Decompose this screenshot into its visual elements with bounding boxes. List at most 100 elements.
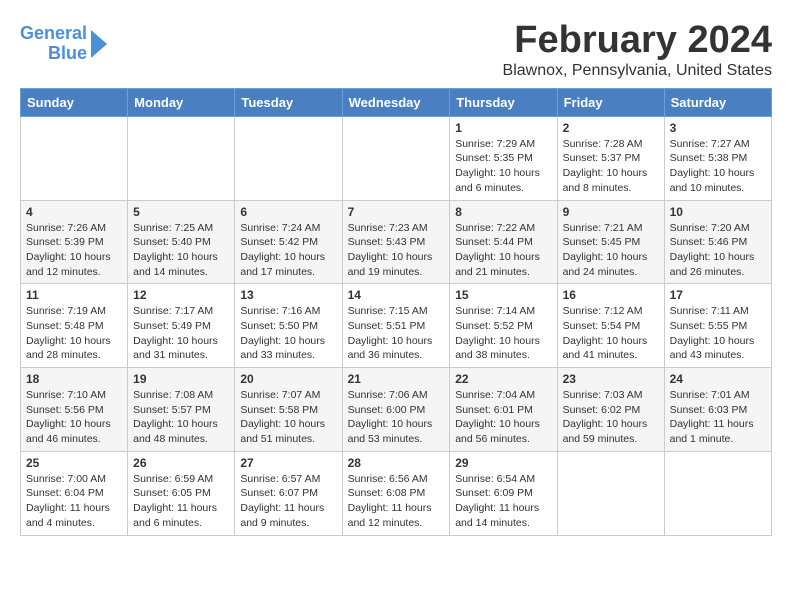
location: Blawnox, Pennsylvania, United States (20, 62, 772, 80)
day-number: 17 (670, 288, 766, 302)
calendar-cell: 5 Sunrise: 7:25 AM Sunset: 5:40 PM Daylig… (128, 200, 235, 284)
day-info: Sunrise: 6:56 AM Sunset: 6:08 PM Dayligh… (348, 472, 445, 531)
calendar-cell: 10 Sunrise: 7:20 AM Sunset: 5:46 PM Dayli… (664, 200, 771, 284)
month-title: February 2024 (20, 20, 772, 62)
calendar-cell: 1Sunrise: 7:29 AM Sunset: 5:35 PM Daylig… (450, 116, 557, 200)
day-info: Sunrise: 7:04 AM Sunset: 6:01 PM Dayligh… (455, 388, 551, 447)
day-info: Sunrise: 7:01 AM Sunset: 6:03 PM Dayligh… (670, 388, 766, 447)
logo: General Blue (20, 24, 107, 64)
day-info: Sunrise: 7:00 AM Sunset: 6:04 PM Dayligh… (26, 472, 122, 531)
day-info: Sunrise: 7:26 AM Sunset: 5:39 PM Dayligh… (26, 221, 122, 280)
day-info: Sunrise: 7:16 AM Sunset: 5:50 PM Dayligh… (240, 304, 336, 363)
calendar-cell: 25 Sunrise: 7:00 AM Sunset: 6:04 PM Dayli… (21, 451, 128, 535)
calendar-cell: 19 Sunrise: 7:08 AM Sunset: 5:57 PM Dayli… (128, 368, 235, 452)
calendar-cell: 27 Sunrise: 6:57 AM Sunset: 6:07 PM Dayli… (235, 451, 342, 535)
day-number: 25 (26, 456, 122, 470)
day-number: 12 (133, 288, 229, 302)
day-info: Sunrise: 7:21 AM Sunset: 5:45 PM Dayligh… (563, 221, 659, 280)
day-number: 26 (133, 456, 229, 470)
calendar-cell (21, 116, 128, 200)
calendar-cell (664, 451, 771, 535)
calendar-cell: 17 Sunrise: 7:11 AM Sunset: 5:55 PM Dayli… (664, 284, 771, 368)
calendar-cell: 6 Sunrise: 7:24 AM Sunset: 5:42 PM Daylig… (235, 200, 342, 284)
calendar-cell: 12 Sunrise: 7:17 AM Sunset: 5:49 PM Dayli… (128, 284, 235, 368)
day-number: 11 (26, 288, 122, 302)
calendar-day-header: Wednesday (342, 88, 450, 116)
day-number: 10 (670, 205, 766, 219)
day-info: Sunrise: 6:57 AM Sunset: 6:07 PM Dayligh… (240, 472, 336, 531)
calendar-cell: 15Sunrise: 7:14 AM Sunset: 5:52 PM Dayli… (450, 284, 557, 368)
calendar-cell (128, 116, 235, 200)
day-number: 4 (26, 205, 122, 219)
calendar-day-header: Sunday (21, 88, 128, 116)
calendar-cell: 14 Sunrise: 7:15 AM Sunset: 5:51 PM Dayli… (342, 284, 450, 368)
day-info: Sunrise: 7:24 AM Sunset: 5:42 PM Dayligh… (240, 221, 336, 280)
day-info: Sunrise: 7:23 AM Sunset: 5:43 PM Dayligh… (348, 221, 445, 280)
day-number: 20 (240, 372, 336, 386)
day-info: Sunrise: 6:59 AM Sunset: 6:05 PM Dayligh… (133, 472, 229, 531)
day-info: Sunrise: 7:12 AM Sunset: 5:54 PM Dayligh… (563, 304, 659, 363)
calendar-cell: 24 Sunrise: 7:01 AM Sunset: 6:03 PM Dayli… (664, 368, 771, 452)
day-info: Sunrise: 7:07 AM Sunset: 5:58 PM Dayligh… (240, 388, 336, 447)
day-info: Sunrise: 7:19 AM Sunset: 5:48 PM Dayligh… (26, 304, 122, 363)
calendar-cell: 7 Sunrise: 7:23 AM Sunset: 5:43 PM Daylig… (342, 200, 450, 284)
day-number: 18 (26, 372, 122, 386)
day-number: 7 (348, 205, 445, 219)
day-number: 14 (348, 288, 445, 302)
day-number: 28 (348, 456, 445, 470)
calendar-cell (235, 116, 342, 200)
calendar-cell: 13 Sunrise: 7:16 AM Sunset: 5:50 PM Dayli… (235, 284, 342, 368)
day-number: 21 (348, 372, 445, 386)
day-number: 24 (670, 372, 766, 386)
calendar-cell: 23 Sunrise: 7:03 AM Sunset: 6:02 PM Dayli… (557, 368, 664, 452)
day-number: 22 (455, 372, 551, 386)
day-info: Sunrise: 7:22 AM Sunset: 5:44 PM Dayligh… (455, 221, 551, 280)
calendar-cell: 28 Sunrise: 6:56 AM Sunset: 6:08 PM Dayli… (342, 451, 450, 535)
day-number: 16 (563, 288, 659, 302)
calendar-day-header: Saturday (664, 88, 771, 116)
day-number: 23 (563, 372, 659, 386)
header: General Blue February 2024 Blawnox, Penn… (20, 20, 772, 80)
day-number: 9 (563, 205, 659, 219)
day-info: Sunrise: 7:20 AM Sunset: 5:46 PM Dayligh… (670, 221, 766, 280)
day-number: 2 (563, 121, 659, 135)
calendar-cell: 21 Sunrise: 7:06 AM Sunset: 6:00 PM Dayli… (342, 368, 450, 452)
calendar-cell: 2Sunrise: 7:28 AM Sunset: 5:37 PM Daylig… (557, 116, 664, 200)
day-number: 27 (240, 456, 336, 470)
calendar-day-header: Tuesday (235, 88, 342, 116)
day-info: Sunrise: 7:03 AM Sunset: 6:02 PM Dayligh… (563, 388, 659, 447)
day-info: Sunrise: 7:15 AM Sunset: 5:51 PM Dayligh… (348, 304, 445, 363)
day-info: Sunrise: 7:17 AM Sunset: 5:49 PM Dayligh… (133, 304, 229, 363)
calendar-cell: 4 Sunrise: 7:26 AM Sunset: 5:39 PM Daylig… (21, 200, 128, 284)
calendar-cell: 18Sunrise: 7:10 AM Sunset: 5:56 PM Dayli… (21, 368, 128, 452)
calendar-cell: 22 Sunrise: 7:04 AM Sunset: 6:01 PM Dayli… (450, 368, 557, 452)
day-info: Sunrise: 7:29 AM Sunset: 5:35 PM Dayligh… (455, 137, 551, 196)
calendar-cell (342, 116, 450, 200)
logo-text: General Blue (20, 24, 87, 64)
calendar-day-header: Friday (557, 88, 664, 116)
day-number: 3 (670, 121, 766, 135)
day-number: 19 (133, 372, 229, 386)
calendar-cell: 8 Sunrise: 7:22 AM Sunset: 5:44 PM Daylig… (450, 200, 557, 284)
calendar-day-header: Monday (128, 88, 235, 116)
day-info: Sunrise: 7:08 AM Sunset: 5:57 PM Dayligh… (133, 388, 229, 447)
calendar-cell: 16 Sunrise: 7:12 AM Sunset: 5:54 PM Dayli… (557, 284, 664, 368)
day-info: Sunrise: 7:27 AM Sunset: 5:38 PM Dayligh… (670, 137, 766, 196)
day-number: 5 (133, 205, 229, 219)
logo-arrow-icon (91, 30, 107, 58)
calendar-cell: 20 Sunrise: 7:07 AM Sunset: 5:58 PM Dayli… (235, 368, 342, 452)
calendar-table: SundayMondayTuesdayWednesdayThursdayFrid… (20, 88, 772, 536)
calendar-cell: 26 Sunrise: 6:59 AM Sunset: 6:05 PM Dayli… (128, 451, 235, 535)
calendar-day-header: Thursday (450, 88, 557, 116)
calendar-cell: 29Sunrise: 6:54 AM Sunset: 6:09 PM Dayli… (450, 451, 557, 535)
day-info: Sunrise: 7:11 AM Sunset: 5:55 PM Dayligh… (670, 304, 766, 363)
day-info: Sunrise: 7:06 AM Sunset: 6:00 PM Dayligh… (348, 388, 445, 447)
day-number: 8 (455, 205, 551, 219)
day-number: 6 (240, 205, 336, 219)
day-info: Sunrise: 6:54 AM Sunset: 6:09 PM Dayligh… (455, 472, 551, 531)
calendar-cell: 9 Sunrise: 7:21 AM Sunset: 5:45 PM Daylig… (557, 200, 664, 284)
calendar-cell: 11 Sunrise: 7:19 AM Sunset: 5:48 PM Dayli… (21, 284, 128, 368)
day-info: Sunrise: 7:25 AM Sunset: 5:40 PM Dayligh… (133, 221, 229, 280)
day-number: 13 (240, 288, 336, 302)
calendar-cell (557, 451, 664, 535)
